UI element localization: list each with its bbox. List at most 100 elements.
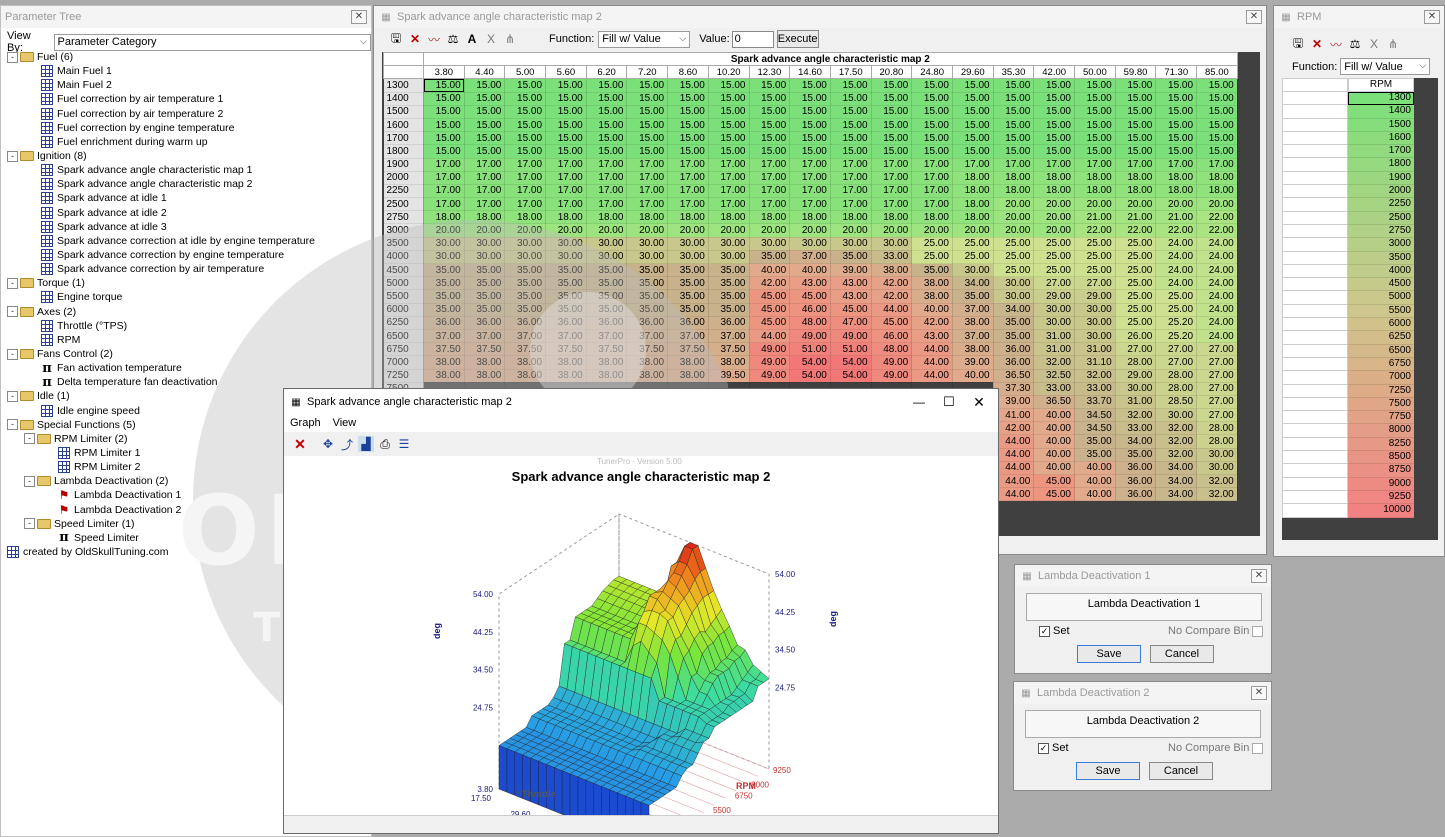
table-cell[interactable]: 31.00 (1033, 342, 1075, 357)
table-cell[interactable]: 28.00 (1155, 382, 1198, 396)
table-cell[interactable]: 15.00 (464, 131, 506, 146)
table-cell[interactable]: 17.00 (504, 184, 547, 199)
table-cell[interactable]: 40.00 (952, 369, 994, 383)
table-cell[interactable]: 35.00 (423, 276, 465, 291)
table-cell[interactable]: 38.00 (504, 369, 547, 383)
table-cell[interactable]: 44.00 (993, 434, 1035, 449)
tree-item[interactable]: Fuel correction by air temperature 1 (7, 92, 367, 106)
table-cell[interactable]: 37.30 (993, 382, 1035, 396)
table-cell[interactable]: 17.00 (545, 171, 587, 185)
text-icon[interactable]: A (464, 31, 480, 47)
table-cell[interactable]: 36.00 (626, 316, 669, 330)
collapse-toggle-icon[interactable]: - (7, 348, 18, 360)
table-cell[interactable]: 35.00 (708, 263, 750, 278)
table-cell[interactable]: 42.00 (993, 421, 1035, 436)
tree-group[interactable]: - Torque (1) (7, 276, 367, 290)
table-cell[interactable]: 37.50 (423, 342, 465, 357)
table-cell[interactable]: 37.00 (667, 329, 709, 344)
table-cell[interactable]: 25.00 (1155, 303, 1198, 317)
row-header[interactable]: 6250 (383, 316, 424, 330)
table-cell[interactable]: 20.00 (586, 223, 628, 238)
table-cell[interactable]: 17.00 (423, 184, 465, 199)
table-cell[interactable]: 24.00 (1196, 250, 1238, 265)
table-cell[interactable]: 36.00 (708, 316, 750, 330)
table-cell[interactable]: 17.00 (708, 171, 750, 185)
table-cell[interactable]: 38.00 (545, 369, 587, 383)
table-cell[interactable]: 45.00 (830, 303, 872, 317)
table-cell[interactable]: 15.00 (1033, 105, 1075, 119)
table-cell[interactable]: 30.00 (586, 250, 628, 265)
table-cell[interactable]: 15.00 (1196, 105, 1238, 119)
table-cell[interactable]: 25.20 (1155, 329, 1198, 344)
table-cell[interactable]: 32.50 (1033, 369, 1075, 383)
rpm-value-cell[interactable]: 7250 (1348, 384, 1414, 398)
table-cell[interactable]: 25.00 (1115, 250, 1157, 265)
table-cell[interactable]: 40.00 (1033, 434, 1075, 449)
close-icon[interactable]: ✕ (964, 394, 994, 411)
table-cell[interactable]: 37.00 (708, 329, 750, 344)
table-cell[interactable]: 30.00 (626, 237, 669, 251)
table-cell[interactable]: 17.00 (708, 184, 750, 199)
rpm-row-header[interactable] (1282, 437, 1348, 452)
table-cell[interactable]: 32.00 (1155, 421, 1198, 436)
column-header[interactable]: 50.00 (1074, 65, 1116, 80)
table-cell[interactable]: 15.00 (952, 78, 994, 93)
table-cell[interactable]: 15.00 (749, 78, 791, 93)
table-cell[interactable]: 15.00 (952, 105, 994, 119)
table-cell[interactable]: 15.00 (545, 144, 587, 159)
table-cell[interactable]: 35.00 (545, 303, 587, 317)
table-cell[interactable]: 15.00 (1115, 105, 1157, 119)
table-cell[interactable]: 25.00 (1033, 263, 1075, 278)
table-cell[interactable]: 43.00 (789, 276, 831, 291)
table-cell[interactable]: 37.00 (952, 303, 994, 317)
table-cell[interactable]: 18.00 (749, 210, 791, 225)
table-cell[interactable]: 18.00 (871, 210, 913, 225)
table-cell[interactable]: 15.00 (911, 144, 953, 159)
table-cell[interactable]: 17.00 (749, 171, 791, 185)
table-cell[interactable]: 45.00 (749, 303, 791, 317)
table-cell[interactable]: 38.00 (464, 355, 506, 370)
table-cell[interactable]: 15.00 (1074, 118, 1116, 133)
print-icon[interactable]: ⎙ (377, 436, 393, 452)
table-cell[interactable]: 15.00 (1196, 131, 1238, 146)
value-input[interactable] (731, 30, 774, 48)
maximize-icon[interactable]: ☐ (934, 394, 964, 410)
table-cell[interactable]: 36.00 (464, 316, 506, 330)
table-cell[interactable]: 18.00 (830, 210, 872, 225)
table-cell[interactable]: 17.00 (545, 184, 587, 199)
table-cell[interactable]: 40.00 (1033, 421, 1075, 436)
table-cell[interactable]: 35.00 (504, 263, 547, 278)
table-cell[interactable]: 15.00 (830, 105, 872, 119)
collapse-toggle-icon[interactable]: - (24, 518, 35, 530)
table-cell[interactable]: 18.00 (1033, 171, 1075, 185)
table-cell[interactable]: 30.00 (545, 250, 587, 265)
column-header[interactable]: 24.80 (911, 65, 953, 80)
list-icon[interactable]: ☰ (396, 436, 412, 452)
collapse-toggle-icon[interactable]: - (7, 277, 18, 289)
table-cell[interactable]: 17.00 (667, 171, 709, 185)
table-cell[interactable]: 18.00 (545, 210, 587, 225)
table-cell[interactable]: 44.00 (871, 303, 913, 317)
close-icon[interactable]: ✕ (1251, 569, 1267, 583)
collapse-toggle-icon[interactable]: - (7, 306, 18, 318)
table-cell[interactable]: 15.00 (423, 144, 465, 159)
table-cell[interactable]: 35.00 (423, 289, 465, 304)
table-cell[interactable]: 15.00 (830, 118, 872, 133)
tree-item[interactable]: Engine torque (7, 290, 367, 304)
table-cell[interactable]: 37.50 (586, 342, 628, 357)
lambda1-set-row[interactable]: ✓ Set (1039, 625, 1070, 637)
table-cell[interactable]: 15.00 (626, 118, 669, 133)
rpm-row-header[interactable] (1282, 158, 1348, 172)
table-cell[interactable]: 18.00 (464, 210, 506, 225)
table-cell[interactable]: 34.00 (1155, 461, 1198, 476)
function-select[interactable]: Fill w/ Value ⌵ (598, 30, 691, 48)
table-cell[interactable]: 18.00 (1155, 184, 1198, 199)
table-cell[interactable]: 35.00 (952, 289, 994, 304)
rpm-value-cell[interactable]: 8500 (1348, 451, 1414, 465)
rpm-value-cell[interactable]: 2750 (1348, 224, 1414, 239)
table-cell[interactable]: 38.00 (626, 355, 669, 370)
table-cell[interactable]: 15.00 (504, 131, 547, 146)
table-cell[interactable]: 15.00 (708, 78, 750, 93)
table-cell[interactable]: 15.00 (749, 118, 791, 133)
rpm-row-header[interactable] (1282, 171, 1348, 186)
